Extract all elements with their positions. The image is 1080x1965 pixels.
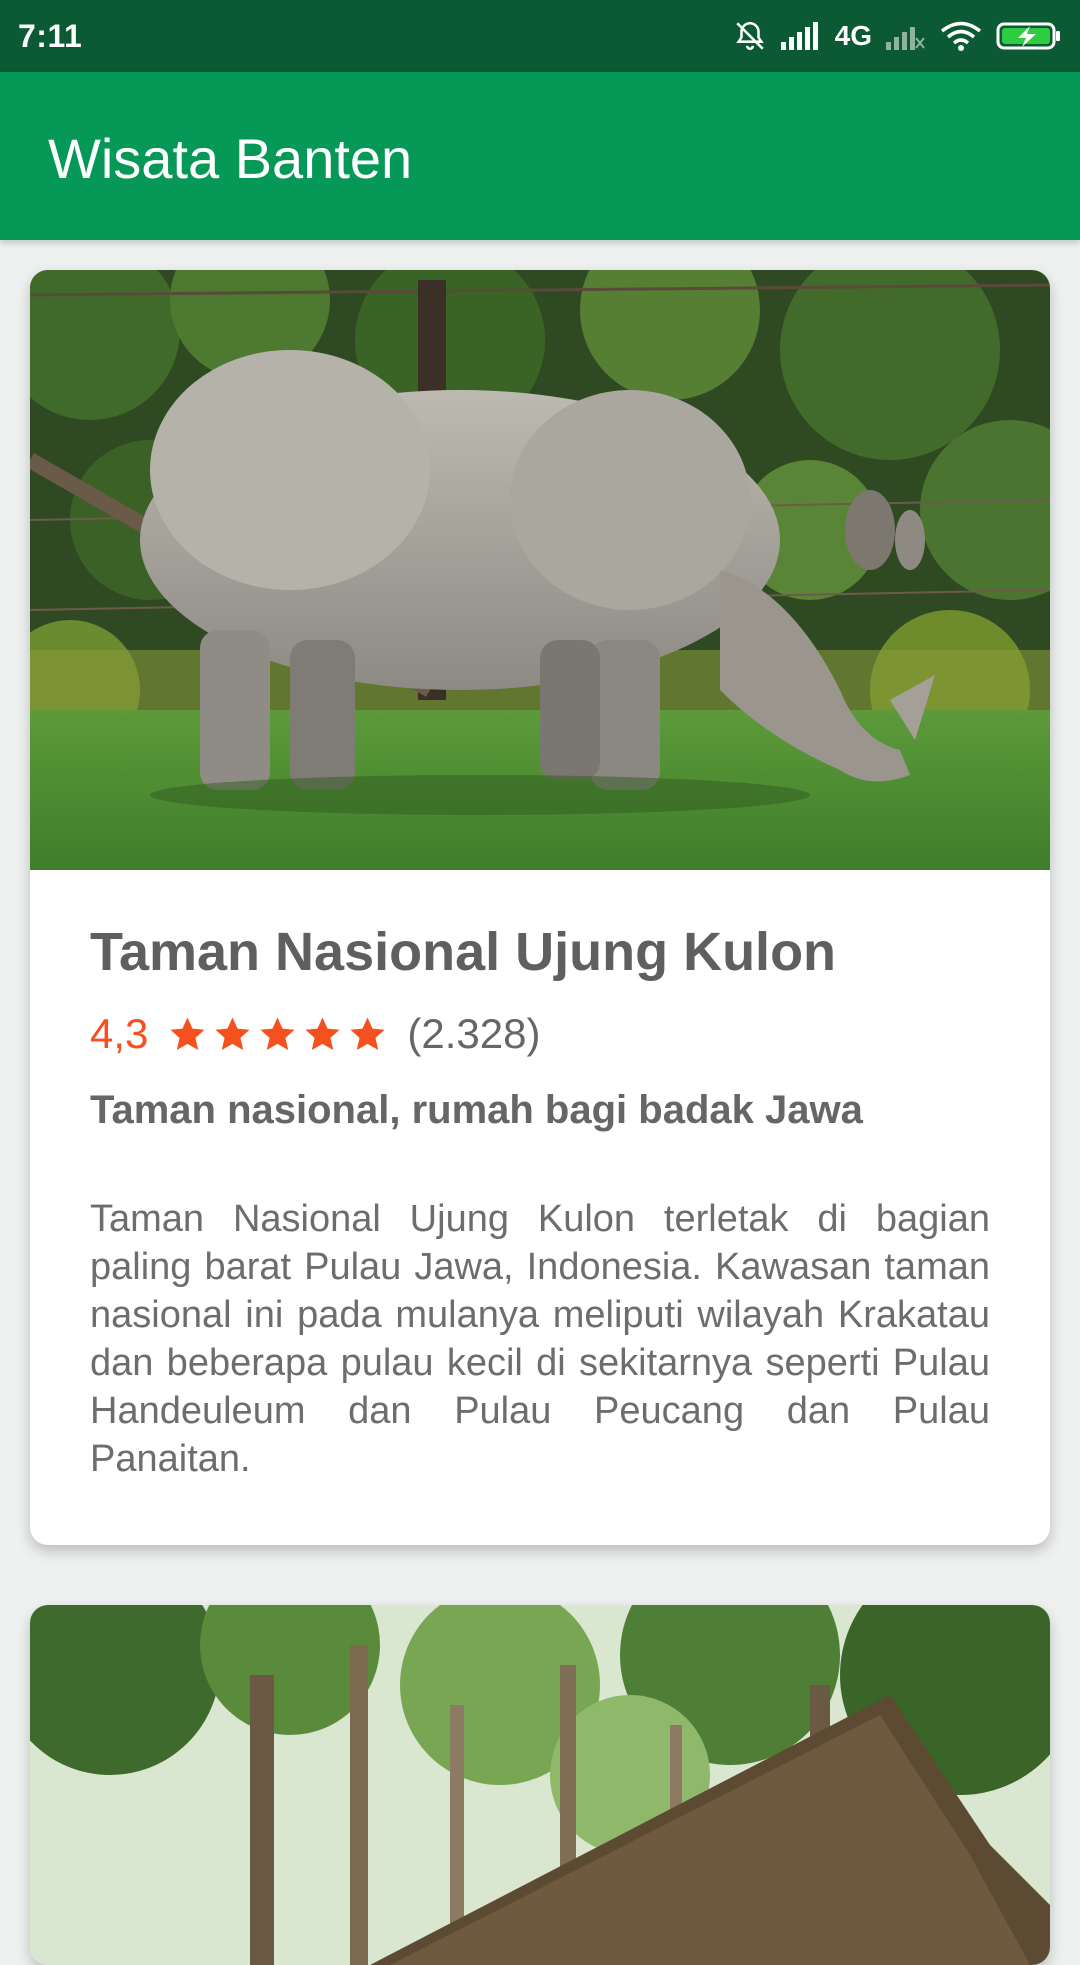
battery-charging-icon [996,21,1062,51]
network-type-label: 4G [834,20,872,51]
app-bar: Wisata Banten [0,72,1080,240]
rating-value: 4,3 [90,1010,149,1057]
app-title: Wisata Banten [48,127,413,190]
signal-weak-icon [886,22,926,50]
rating-stars [168,1015,387,1054]
place-photo-rhino [30,270,1050,870]
place-photo-forest [30,1605,1050,1965]
star-icon [170,1016,205,1050]
review-count: (2.328) [407,1010,541,1057]
star-icon [260,1016,295,1050]
status-time: 7:11 [18,17,83,54]
status-bar: 7:11 4G [0,0,1080,72]
wifi-icon [940,20,982,52]
place-tagline: Taman nasional, rumah bagi badak Jawa [90,1088,863,1132]
star-icon [215,1016,250,1050]
place-card[interactable]: Taman Nasional Ujung Kulon 4,3 (2.328) T… [30,270,1050,1545]
place-name: Taman Nasional Ujung Kulon [90,922,837,982]
place-card[interactable] [30,1605,1050,1965]
signal-icon [780,22,821,50]
place-description: Taman Nasional Ujung Kulon terletak di b… [90,1198,990,1480]
rating-row: 4,3 (2.328) [90,1008,540,1060]
star-icon [350,1016,385,1050]
bell-off-icon [733,19,767,53]
star-icon [305,1016,340,1050]
status-icons: 4G [733,19,1062,53]
